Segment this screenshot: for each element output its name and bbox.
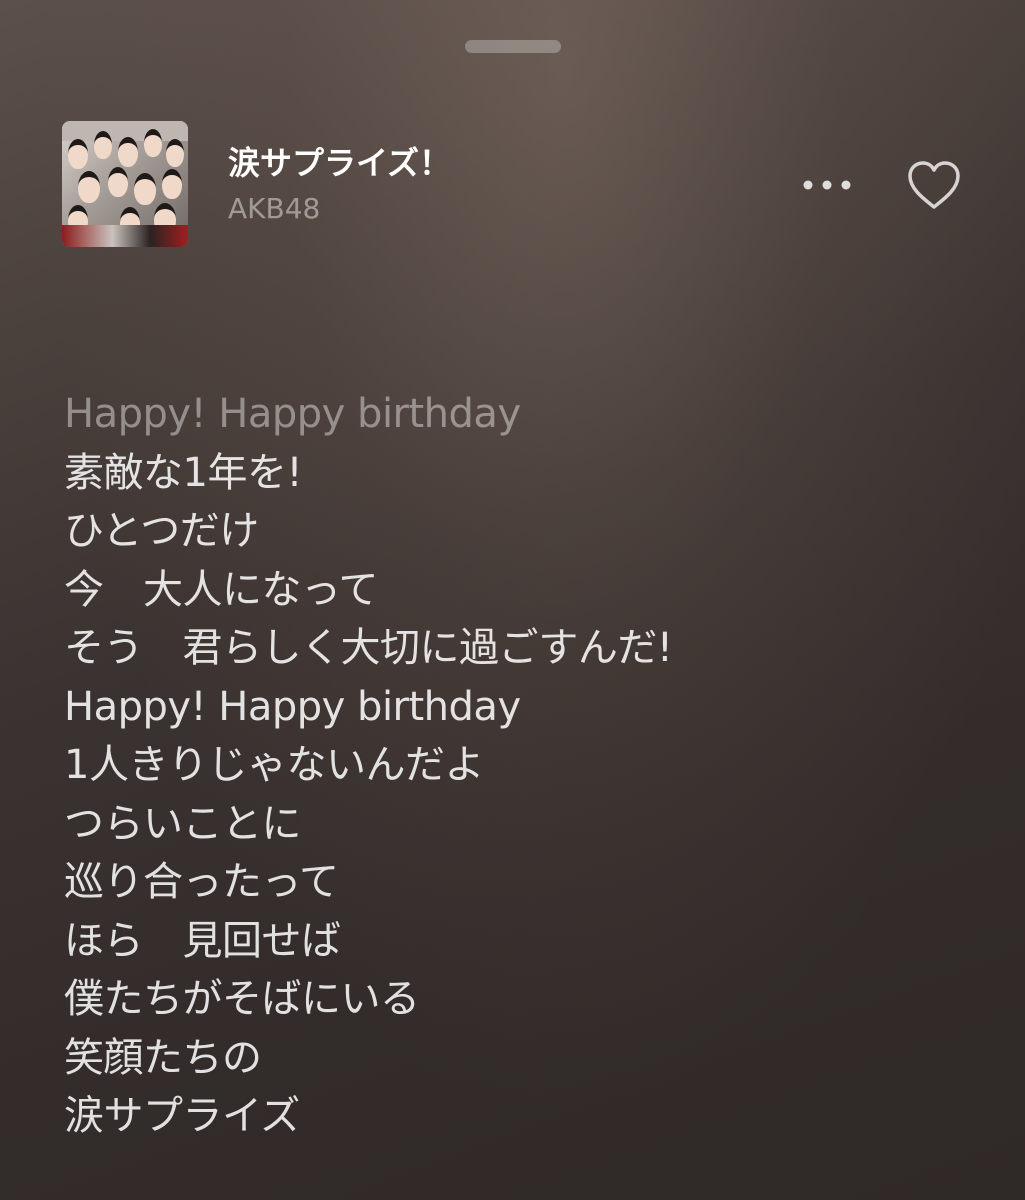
track-artist[interactable]: AKB48 (228, 191, 320, 227)
lyric-line[interactable]: Happy! Happy birthday (64, 678, 964, 737)
lyrics-panel[interactable]: Happy! Happy birthday 素敵な1年を! ひとつだけ 今 大人… (64, 385, 964, 1146)
lyric-line[interactable]: 笑顔たちの (64, 1029, 964, 1088)
lyric-line[interactable]: Happy! Happy birthday (64, 385, 964, 444)
sheet-grabber-handle[interactable] (465, 40, 561, 53)
album-artwork[interactable] (62, 121, 188, 247)
artwork-figure (108, 167, 128, 197)
artwork-figure (166, 139, 184, 167)
artwork-figure (118, 137, 138, 167)
lyric-line[interactable]: そう 君らしく大切に過ごすんだ! (64, 619, 964, 678)
ellipsis-icon (803, 180, 851, 190)
lyric-line[interactable]: つらいことに (64, 795, 964, 854)
artwork-figure (78, 171, 100, 203)
lyric-line[interactable]: 素敵な1年を! (64, 444, 964, 503)
heart-outline-icon (908, 161, 960, 209)
artwork-band (62, 225, 188, 247)
artwork-figure (68, 139, 88, 169)
artwork-figure (134, 173, 156, 205)
more-options-button[interactable] (800, 165, 856, 205)
lyric-line[interactable]: 1人きりじゃないんだよ (64, 736, 964, 795)
favorite-button[interactable] (904, 159, 964, 213)
artwork-figure (162, 169, 182, 199)
lyric-line[interactable]: 涙サプライズ (64, 1087, 964, 1146)
track-title: 涙サプライズ！ (228, 144, 452, 182)
lyric-line[interactable]: ひとつだけ (64, 502, 964, 561)
now-playing-header: 涙サプライズ！ AKB48 (62, 121, 982, 247)
artwork-figure (144, 129, 162, 157)
lyric-line[interactable]: 僕たちがそばにいる (64, 970, 964, 1029)
lyric-line[interactable]: ほら 見回せば (64, 912, 964, 971)
lyric-line[interactable]: 巡り合ったって (64, 853, 964, 912)
artwork-figure (94, 131, 112, 159)
lyric-line[interactable]: 今 大人になって (64, 561, 964, 620)
